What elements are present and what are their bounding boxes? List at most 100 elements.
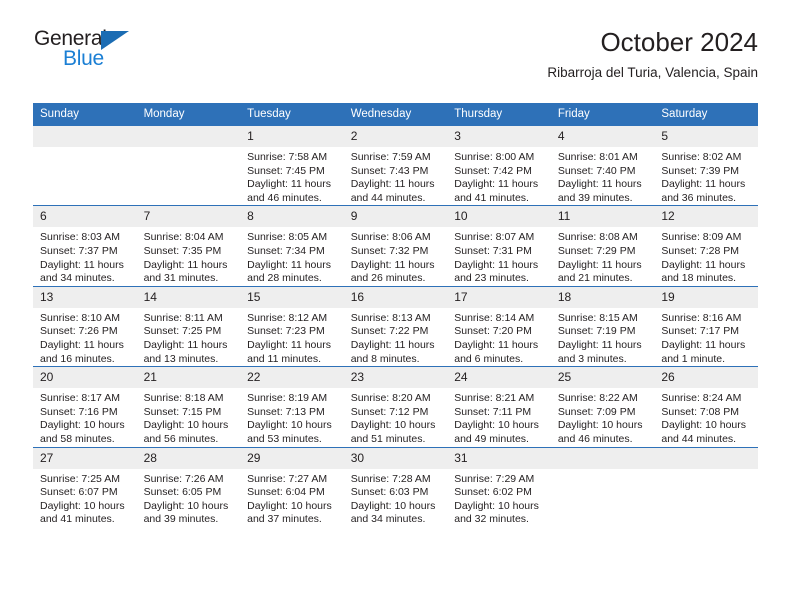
weekday-header-friday: Friday <box>550 103 655 126</box>
day-number: 15 <box>240 286 344 308</box>
day-details: Sunrise: 7:27 AM Sunset: 6:04 PM Daylight:… <box>240 469 344 527</box>
calendar-day-cell[interactable]: 30 Sunrise: 7:28 AM Sunset: 6:03 PM Dayligh… <box>343 446 448 527</box>
sunset-text: Sunset: 6:03 PM <box>350 486 429 499</box>
calendar-day-cell[interactable]: 12 Sunrise: 8:09 AM Sunset: 7:28 PM Dayligh… <box>654 205 758 287</box>
day-number: 31 <box>447 447 551 469</box>
calendar-day-cell[interactable]: 3 Sunrise: 8:00 AM Sunset: 7:42 PM Daylight… <box>447 126 551 206</box>
day-number <box>654 447 758 469</box>
sunrise-text: Sunrise: 8:16 AM <box>661 311 742 324</box>
daylight-text: Daylight: 11 hours and 3 minutes. <box>557 338 642 365</box>
calendar-week-row: 6 Sunrise: 8:03 AM Sunset: 7:37 PM Daylight… <box>33 205 758 287</box>
day-details: Sunrise: 8:03 AM Sunset: 7:37 PM Daylight:… <box>33 227 137 285</box>
calendar-week-row: 20 Sunrise: 8:17 AM Sunset: 7:16 PM Dayligh… <box>33 366 758 447</box>
weekday-header-sunday: Sunday <box>33 103 137 126</box>
day-details: Sunrise: 8:02 AM Sunset: 7:39 PM Daylight:… <box>654 147 758 205</box>
daylight-text: Daylight: 11 hours and 44 minutes. <box>350 178 435 204</box>
sunrise-text: Sunrise: 8:00 AM <box>454 151 535 163</box>
day-details: Sunrise: 8:11 AM Sunset: 7:25 PM Daylight:… <box>137 308 241 366</box>
generalblue-logo: General Blue <box>33 26 173 82</box>
sunrise-text: Sunrise: 8:19 AM <box>247 392 328 405</box>
calendar-day-cell[interactable]: 18 Sunrise: 8:15 AM Sunset: 7:19 PM Dayligh… <box>550 285 655 367</box>
calendar-day-cell[interactable]: 17 Sunrise: 8:14 AM Sunset: 7:20 PM Dayligh… <box>447 285 551 367</box>
calendar-day-cell[interactable]: 22 Sunrise: 8:19 AM Sunset: 7:13 PM Dayligh… <box>240 366 344 447</box>
calendar-day-cell[interactable]: 28 Sunrise: 7:26 AM Sunset: 6:05 PM Dayligh… <box>136 446 241 527</box>
sunset-text: Sunset: 6:05 PM <box>143 486 222 499</box>
calendar-day-cell[interactable]: 8 Sunrise: 8:05 AM Sunset: 7:34 PM Daylight… <box>240 205 344 287</box>
calendar-day-cell[interactable]: 20 Sunrise: 8:17 AM Sunset: 7:16 PM Dayligh… <box>33 366 137 447</box>
day-number: 19 <box>654 286 758 308</box>
daylight-text: Daylight: 11 hours and 46 minutes. <box>247 178 331 204</box>
day-number: 6 <box>33 206 137 228</box>
weekday-header-thursday: Thursday <box>447 103 551 126</box>
sunrise-text: Sunrise: 8:08 AM <box>557 231 638 244</box>
sunrise-text: Sunrise: 8:21 AM <box>454 392 535 405</box>
daylight-text: Daylight: 10 hours and 53 minutes. <box>247 419 332 445</box>
day-number <box>550 447 655 469</box>
daylight-text: Daylight: 10 hours and 58 minutes. <box>40 419 125 445</box>
sunset-text: Sunset: 7:37 PM <box>40 244 118 257</box>
sunrise-text: Sunrise: 7:25 AM <box>40 472 120 485</box>
day-number: 1 <box>240 126 344 147</box>
day-details: Sunrise: 8:05 AM Sunset: 7:34 PM Daylight:… <box>240 227 344 285</box>
calendar-day-cell[interactable]: 13 Sunrise: 8:10 AM Sunset: 7:26 PM Dayligh… <box>33 285 137 367</box>
calendar-day-cell[interactable]: 24 Sunrise: 8:21 AM Sunset: 7:11 PM Dayligh… <box>447 366 551 447</box>
daylight-text: Daylight: 11 hours and 39 minutes. <box>557 178 642 204</box>
calendar-day-cell[interactable]: 19 Sunrise: 8:16 AM Sunset: 7:17 PM Dayligh… <box>654 285 758 367</box>
day-number: 5 <box>654 126 758 147</box>
daylight-text: Daylight: 11 hours and 16 minutes. <box>40 338 124 365</box>
sunrise-text: Sunrise: 7:27 AM <box>247 472 328 485</box>
day-details: Sunrise: 7:58 AM Sunset: 7:45 PM Daylight:… <box>240 147 344 205</box>
calendar-day-cell[interactable]: 4 Sunrise: 8:01 AM Sunset: 7:40 PM Daylight… <box>550 126 655 206</box>
calendar-day-cell[interactable]: 11 Sunrise: 8:08 AM Sunset: 7:29 PM Dayligh… <box>550 205 655 287</box>
calendar-day-cell[interactable]: 2 Sunrise: 7:59 AM Sunset: 7:43 PM Daylight… <box>343 126 448 206</box>
calendar-day-cell[interactable]: 29 Sunrise: 7:27 AM Sunset: 6:04 PM Dayligh… <box>240 446 344 527</box>
sunset-text: Sunset: 7:39 PM <box>661 164 740 177</box>
day-details: Sunrise: 8:08 AM Sunset: 7:29 PM Daylight:… <box>551 227 655 285</box>
day-number: 27 <box>33 447 137 469</box>
calendar-day-cell[interactable]: 26 Sunrise: 8:24 AM Sunset: 7:08 PM Dayligh… <box>654 366 758 447</box>
day-number: 8 <box>240 206 344 228</box>
calendar-day-cell[interactable]: 7 Sunrise: 8:04 AM Sunset: 7:35 PM Daylight… <box>136 205 241 287</box>
day-number: 25 <box>550 367 655 389</box>
sunset-text: Sunset: 7:08 PM <box>661 405 740 418</box>
calendar-day-cell[interactable]: 25 Sunrise: 8:22 AM Sunset: 7:09 PM Dayligh… <box>550 366 655 447</box>
calendar-day-cell[interactable]: 9 Sunrise: 8:06 AM Sunset: 7:32 PM Daylight… <box>343 205 448 287</box>
calendar-day-cell[interactable]: 15 Sunrise: 8:12 AM Sunset: 7:23 PM Dayligh… <box>240 285 344 367</box>
sunset-text: Sunset: 7:42 PM <box>454 164 532 177</box>
day-details: Sunrise: 8:01 AM Sunset: 7:40 PM Daylight:… <box>551 147 655 205</box>
calendar-day-cell[interactable]: 10 Sunrise: 8:07 AM Sunset: 7:31 PM Dayligh… <box>447 205 551 287</box>
sunset-text: Sunset: 7:34 PM <box>247 244 325 257</box>
day-details: Sunrise: 7:28 AM Sunset: 6:03 PM Daylight:… <box>344 469 448 527</box>
daylight-text: Daylight: 11 hours and 11 minutes. <box>247 338 331 365</box>
calendar-day-cell[interactable]: 16 Sunrise: 8:13 AM Sunset: 7:22 PM Dayligh… <box>343 285 448 367</box>
sunset-text: Sunset: 7:43 PM <box>350 164 429 177</box>
calendar-day-cell[interactable]: 27 Sunrise: 7:25 AM Sunset: 6:07 PM Dayligh… <box>33 446 137 527</box>
daylight-text: Daylight: 11 hours and 34 minutes. <box>40 258 124 285</box>
calendar-day-cell[interactable]: 1 Sunrise: 7:58 AM Sunset: 7:45 PM Daylight… <box>240 126 344 206</box>
day-number <box>136 126 241 147</box>
calendar-week-row: 27 Sunrise: 7:25 AM Sunset: 6:07 PM Dayligh… <box>33 446 758 527</box>
daylight-text: Daylight: 10 hours and 46 minutes. <box>557 419 643 445</box>
day-number: 14 <box>136 286 241 308</box>
daylight-text: Daylight: 11 hours and 31 minutes. <box>143 258 228 285</box>
sunrise-text: Sunrise: 7:29 AM <box>454 472 535 485</box>
calendar-day-cell[interactable]: 6 Sunrise: 8:03 AM Sunset: 7:37 PM Daylight… <box>33 205 137 287</box>
daylight-text: Daylight: 10 hours and 41 minutes. <box>40 499 125 526</box>
daylight-text: Daylight: 10 hours and 34 minutes. <box>350 499 436 526</box>
sunset-text: Sunset: 7:28 PM <box>661 244 740 257</box>
sunrise-text: Sunrise: 7:59 AM <box>350 151 431 163</box>
sunset-text: Sunset: 7:11 PM <box>454 405 532 418</box>
calendar-day-cell[interactable]: 14 Sunrise: 8:11 AM Sunset: 7:25 PM Dayligh… <box>136 285 241 367</box>
sunrise-text: Sunrise: 8:18 AM <box>143 392 224 405</box>
sunset-text: Sunset: 6:07 PM <box>40 486 118 499</box>
calendar-day-cell[interactable]: 31 Sunrise: 7:29 AM Sunset: 6:02 PM Dayligh… <box>447 446 551 527</box>
calendar-day-cell[interactable]: 21 Sunrise: 8:18 AM Sunset: 7:15 PM Dayligh… <box>136 366 241 447</box>
day-details: Sunrise: 8:15 AM Sunset: 7:19 PM Daylight:… <box>551 308 655 366</box>
sunrise-text: Sunrise: 8:22 AM <box>557 392 638 405</box>
sunset-text: Sunset: 7:13 PM <box>247 405 325 418</box>
day-details: Sunrise: 7:26 AM Sunset: 6:05 PM Daylight:… <box>137 469 241 527</box>
calendar-day-cell[interactable]: 5 Sunrise: 8:02 AM Sunset: 7:39 PM Daylight… <box>654 126 758 206</box>
day-number: 9 <box>343 206 448 228</box>
day-number: 18 <box>550 286 655 308</box>
calendar-day-cell[interactable]: 23 Sunrise: 8:20 AM Sunset: 7:12 PM Dayligh… <box>343 366 448 447</box>
